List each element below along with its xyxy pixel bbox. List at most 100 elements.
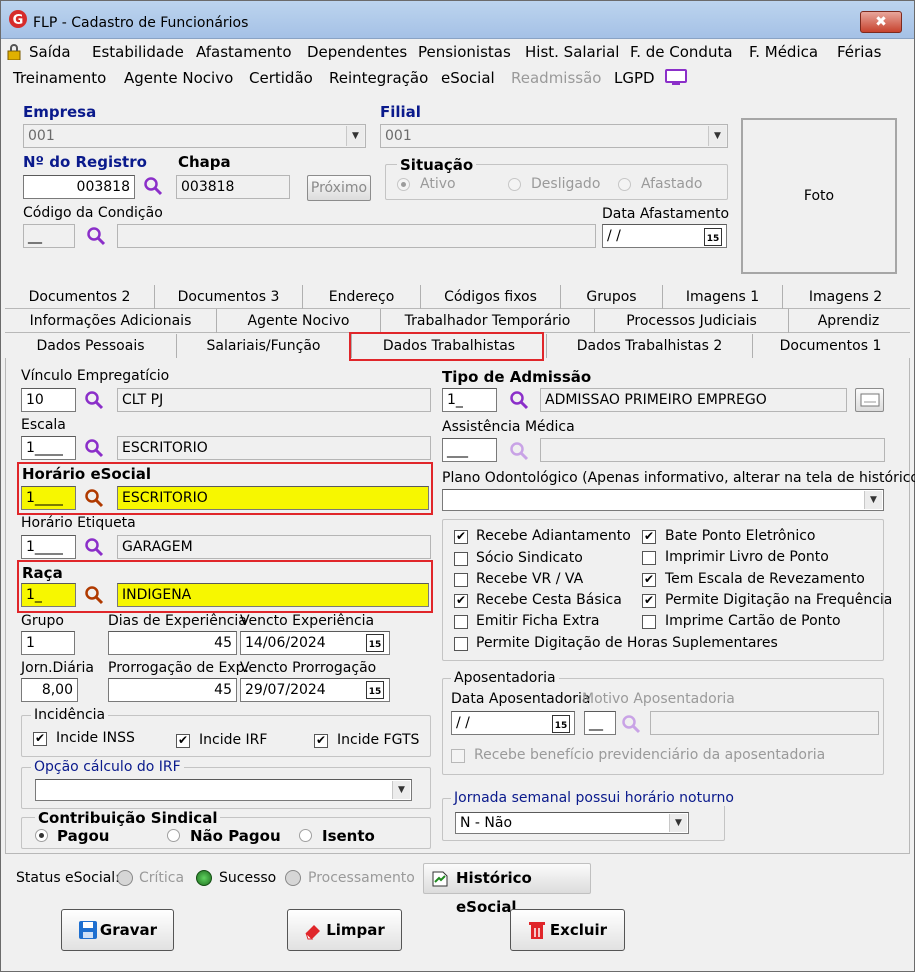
menu-dependentes[interactable]: Dependentes xyxy=(307,43,407,61)
tab-grupos[interactable]: Grupos xyxy=(561,285,663,309)
calendar-icon[interactable]: 15 xyxy=(366,681,384,699)
menu-pensionistas[interactable]: Pensionistas xyxy=(418,43,511,61)
motivo-aposentadoria-code-input[interactable]: __ xyxy=(584,711,616,735)
menu-lgpd[interactable]: LGPD xyxy=(614,69,655,87)
tipo-admissao-code-input[interactable]: 1_ xyxy=(442,388,497,412)
incide-fgts-checkbox[interactable]: ✔ xyxy=(314,734,328,748)
registro-input[interactable]: 003818 xyxy=(23,175,135,199)
search-icon[interactable] xyxy=(509,390,529,410)
menu-ferias[interactable]: Férias xyxy=(837,43,881,61)
situacao-ativo-radio[interactable] xyxy=(397,178,410,191)
imprimir-livro-checkbox[interactable] xyxy=(642,551,656,565)
contrib-isento-radio[interactable] xyxy=(299,829,312,842)
card-icon[interactable] xyxy=(855,388,884,412)
tab-dados-pessoais[interactable]: Dados Pessoais xyxy=(5,334,177,358)
menu-hist-salarial[interactable]: Hist. Salarial xyxy=(525,43,619,61)
grupo-input[interactable]: 1 xyxy=(21,631,75,655)
recebe-cesta-basica-checkbox[interactable]: ✔ xyxy=(454,594,468,608)
horario-code-input[interactable]: 1____ xyxy=(21,486,76,510)
tab-agente-nocivo[interactable]: Agente Nocivo xyxy=(217,309,381,333)
calendar-icon[interactable]: 15 xyxy=(552,715,570,733)
situacao-desligado-radio[interactable] xyxy=(508,178,521,191)
tab-endereco[interactable]: Endereço xyxy=(303,285,421,309)
prorrogacao-input[interactable]: 45 xyxy=(108,678,237,702)
excluir-button[interactable]: Excluir xyxy=(510,909,625,951)
tab-aprendiz[interactable]: Aprendiz xyxy=(789,309,908,333)
recebe-beneficio-checkbox[interactable] xyxy=(451,749,465,763)
search-icon[interactable] xyxy=(84,537,104,557)
menu-estabilidade[interactable]: Estabilidade xyxy=(92,43,184,61)
search-icon[interactable] xyxy=(84,488,104,508)
assistencia-code-input[interactable]: ___ xyxy=(442,438,497,462)
vinculo-code-input[interactable]: 10 xyxy=(21,388,76,412)
motivo-aposentadoria-label: Motivo Aposentadoria xyxy=(582,691,735,707)
odonto-select[interactable]: ▼ xyxy=(442,489,884,511)
incide-inss-checkbox[interactable]: ✔ xyxy=(33,732,47,746)
tab-trabalhador-temporario[interactable]: Trabalhador Temporário xyxy=(381,309,595,333)
menu-agente-nocivo[interactable]: Agente Nocivo xyxy=(124,69,233,87)
emitir-ficha-extra-checkbox[interactable] xyxy=(454,615,468,629)
assistencia-label: Assistência Médica xyxy=(442,419,575,435)
tab-informacoes-adicionais[interactable]: Informações Adicionais xyxy=(5,309,217,333)
raca-code-input[interactable]: 1_ xyxy=(21,583,76,607)
search-icon[interactable] xyxy=(143,176,163,196)
search-icon[interactable] xyxy=(84,438,104,458)
search-icon[interactable] xyxy=(509,441,529,461)
digitacao-frequencia-checkbox[interactable]: ✔ xyxy=(642,594,656,608)
recebe-vr-va-checkbox[interactable] xyxy=(454,573,468,587)
status-sucesso-label: Sucesso xyxy=(219,870,277,886)
calendar-icon[interactable]: 15 xyxy=(366,634,384,652)
dias-experiencia-input[interactable]: 45 xyxy=(108,631,237,655)
menu-treinamento[interactable]: Treinamento xyxy=(13,69,106,87)
menu-f-medica[interactable]: F. Médica xyxy=(749,43,818,61)
imprime-cartao-checkbox[interactable] xyxy=(642,615,656,629)
tab-codigos-fixos[interactable]: Códigos fixos xyxy=(421,285,561,309)
menu-saida[interactable]: Saída xyxy=(29,43,71,61)
search-icon[interactable] xyxy=(84,585,104,605)
jornada-noturno-select[interactable]: N - Não ▼ xyxy=(455,812,689,834)
jornada-diaria-input[interactable]: 8,00 xyxy=(21,678,78,702)
historico-esocial-button[interactable]: Histórico eSocial xyxy=(423,863,591,916)
escala-revezamento-checkbox[interactable]: ✔ xyxy=(642,573,656,587)
tab-imagens-2[interactable]: Imagens 2 xyxy=(783,285,908,309)
limpar-button[interactable]: Limpar xyxy=(287,909,402,951)
search-icon[interactable] xyxy=(86,226,106,246)
search-icon[interactable] xyxy=(84,390,104,410)
contrib-pagou-radio[interactable] xyxy=(35,829,48,842)
search-icon[interactable] xyxy=(621,714,641,734)
photo-box[interactable]: Foto xyxy=(741,118,897,274)
close-button[interactable]: ✖ xyxy=(860,11,902,33)
tab-processos-judiciais[interactable]: Processos Judiciais xyxy=(595,309,789,333)
empresa-select[interactable]: 001 ▼ xyxy=(23,124,366,148)
bate-ponto-checkbox[interactable]: ✔ xyxy=(642,530,656,544)
menu-f-conduta[interactable]: F. de Conduta xyxy=(630,43,733,61)
proximo-button[interactable]: Próximo xyxy=(307,175,371,201)
menu-esocial[interactable]: eSocial xyxy=(441,69,495,87)
menu-reintegracao[interactable]: Reintegração xyxy=(329,69,428,87)
socio-sindicato-checkbox[interactable] xyxy=(454,552,468,566)
tab-dados-trabalhistas-2[interactable]: Dados Trabalhistas 2 xyxy=(547,334,753,358)
situacao-afastado-radio[interactable] xyxy=(618,178,631,191)
condicao-code-input[interactable]: __ xyxy=(23,224,75,248)
opcao-irf-select[interactable]: ▼ xyxy=(35,779,412,801)
tab-salariais-funcao[interactable]: Salariais/Função xyxy=(177,334,351,358)
recebe-adiantamento-label: Recebe Adiantamento xyxy=(476,528,631,544)
tab-documentos-2[interactable]: Documentos 2 xyxy=(5,285,155,309)
tab-imagens-1[interactable]: Imagens 1 xyxy=(663,285,783,309)
escala-code-input[interactable]: 1____ xyxy=(21,436,76,460)
permite-horas-suplementares-checkbox[interactable] xyxy=(454,637,468,651)
contrib-nao-pagou-radio[interactable] xyxy=(167,829,180,842)
tab-documentos-1[interactable]: Documentos 1 xyxy=(753,334,908,358)
etiqueta-code-input[interactable]: 1____ xyxy=(21,535,76,559)
filial-select[interactable]: 001 ▼ xyxy=(380,124,728,148)
gravar-button[interactable]: Gravar xyxy=(61,909,174,951)
menu-certidao[interactable]: Certidão xyxy=(249,69,313,87)
menu-afastamento[interactable]: Afastamento xyxy=(196,43,292,61)
incide-irf-checkbox[interactable]: ✔ xyxy=(176,734,190,748)
recebe-adiantamento-checkbox[interactable]: ✔ xyxy=(454,530,468,544)
tab-documentos-3[interactable]: Documentos 3 xyxy=(155,285,303,309)
chevron-down-icon: ▼ xyxy=(346,126,364,146)
chapa-input[interactable]: 003818 xyxy=(176,175,290,199)
calendar-icon[interactable]: 15 xyxy=(704,228,722,246)
monitor-icon[interactable] xyxy=(665,69,687,87)
